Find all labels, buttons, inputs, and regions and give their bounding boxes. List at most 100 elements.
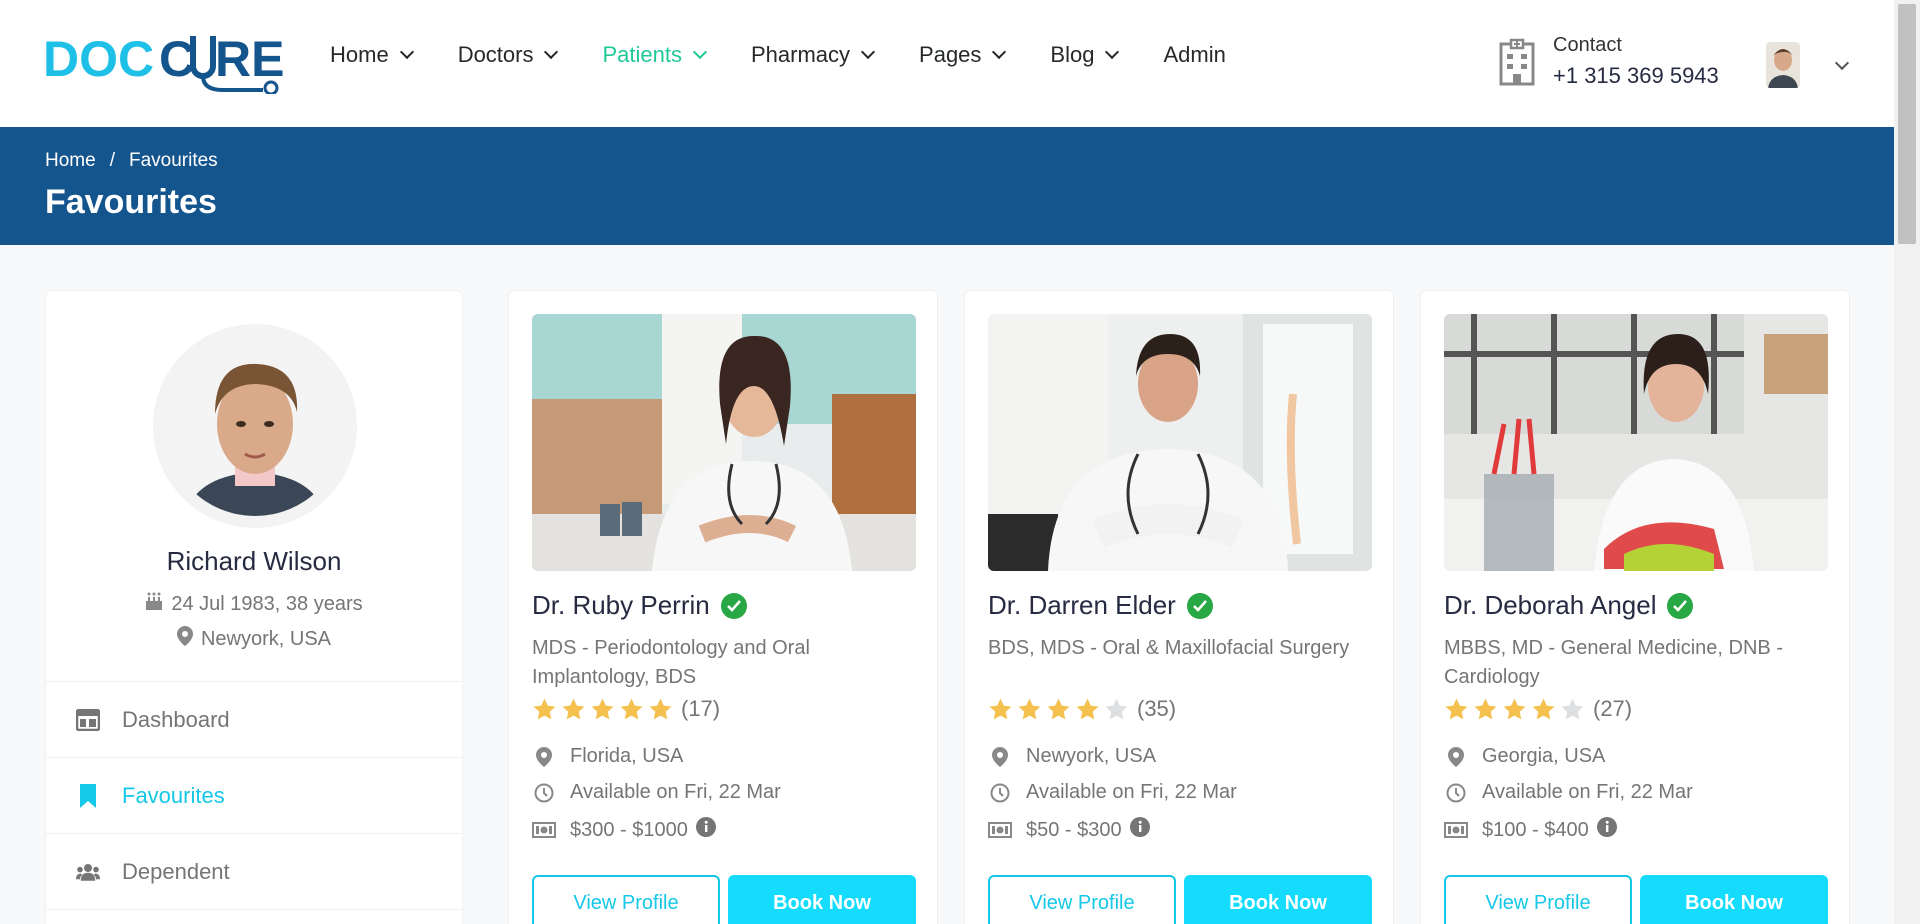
site-header: DOC C RE Home Doctors Patients Pharmacy … <box>0 0 1894 127</box>
doctor-speciality: BDS, MDS - Oral & Maxillofacial Surgery <box>988 637 1350 659</box>
contact-phone[interactable]: +1 315 369 5943 <box>1553 63 1719 89</box>
rating-stars <box>988 697 1133 722</box>
svg-text:C: C <box>159 31 195 87</box>
map-marker-icon <box>532 746 556 767</box>
book-now-button[interactable]: Book Now <box>728 875 916 924</box>
nav-pages[interactable]: Pages <box>919 42 1007 68</box>
doctor-price: $300 - $1000 <box>532 817 716 843</box>
breadcrumb-home[interactable]: Home <box>45 150 96 172</box>
doctor-name[interactable]: Dr. Deborah Angel <box>1444 590 1694 621</box>
book-now-button[interactable]: Book Now <box>1184 875 1372 924</box>
star-filled-icon <box>1047 698 1070 719</box>
money-bill-icon <box>532 822 556 838</box>
doctor-card: Dr. Darren Elder BDS, MDS - Oral & Maxil… <box>964 290 1394 924</box>
star-filled-icon <box>1532 698 1555 719</box>
view-profile-button[interactable]: View Profile <box>1444 875 1632 924</box>
doctor-photo[interactable] <box>1444 314 1828 571</box>
doctor-rating: (35) <box>988 696 1176 722</box>
star-filled-icon <box>1018 698 1041 719</box>
chevron-down-icon <box>544 44 559 59</box>
verified-check-icon <box>720 592 747 619</box>
star-filled-icon <box>989 698 1012 719</box>
info-circle-icon[interactable] <box>695 817 716 843</box>
star-filled-icon <box>1445 698 1468 719</box>
birthday-cake-icon <box>145 591 163 617</box>
page-title: Favourites <box>45 183 217 221</box>
review-count: (27) <box>1593 696 1633 721</box>
sidebar-item-dashboard[interactable]: Dashboard <box>46 681 462 757</box>
user-avatar[interactable] <box>1766 42 1800 88</box>
location-text: Newyork, USA <box>1026 745 1157 767</box>
breadcrumb-bar: Home / Favourites Favourites <box>0 127 1894 245</box>
doctor-rating: (17) <box>532 696 720 722</box>
patient-location-text: Newyork, USA <box>200 627 332 650</box>
sidebar-item-partial <box>46 909 462 924</box>
sidebar-item-label: Dependent <box>122 858 230 884</box>
doccure-logo[interactable]: DOC C RE <box>43 28 289 94</box>
doctor-card: Dr. Deborah Angel MBBS, MD - General Med… <box>1420 290 1850 924</box>
hospital-icon <box>1497 38 1537 86</box>
scrollbar-thumb[interactable] <box>1898 4 1916 244</box>
doctor-name[interactable]: Dr. Ruby Perrin <box>532 590 747 621</box>
nav-patients[interactable]: Patients <box>602 42 708 68</box>
view-profile-button[interactable]: View Profile <box>988 875 1176 924</box>
price-text: $50 - $300 <box>1026 818 1122 841</box>
sidebar-item-favourites[interactable]: Favourites <box>46 757 462 833</box>
verified-check-icon <box>1186 592 1213 619</box>
svg-text:DOC: DOC <box>43 31 154 87</box>
doctor-name[interactable]: Dr. Darren Elder <box>988 590 1213 621</box>
patient-dob-text: 24 Jul 1983, 38 years <box>171 592 363 615</box>
star-filled-icon <box>1503 698 1526 719</box>
doctor-photo[interactable] <box>988 314 1372 571</box>
patient-dob: 24 Jul 1983, 38 years <box>46 591 462 617</box>
header-contact: Contact +1 315 369 5943 <box>1497 34 1719 89</box>
patient-name: Richard Wilson <box>166 546 342 576</box>
nav-admin[interactable]: Admin <box>1163 42 1225 68</box>
doctor-location: Florida, USA <box>532 745 683 768</box>
doctor-availability: Available on Fri, 22 Mar <box>988 781 1237 804</box>
info-circle-icon[interactable] <box>1129 817 1150 843</box>
view-profile-button[interactable]: View Profile <box>532 875 720 924</box>
doctor-photo[interactable] <box>532 314 916 571</box>
doctor-rating: (27) <box>1444 696 1632 722</box>
chevron-down-icon <box>992 44 1007 59</box>
nav-pages-label: Pages <box>919 42 982 67</box>
nav-doctors[interactable]: Doctors <box>458 42 559 68</box>
price-text: $100 - $400 <box>1482 818 1589 841</box>
rating-stars <box>532 697 677 722</box>
svg-text:RE: RE <box>215 31 284 87</box>
patient-location: Newyork, USA <box>46 626 462 652</box>
money-bill-icon <box>1444 822 1468 838</box>
nav-patients-label: Patients <box>602 42 682 67</box>
clock-icon <box>532 783 556 803</box>
doctor-speciality: MBBS, MD - General Medicine, DNB - Cardi… <box>1444 637 1783 688</box>
dashboard-icon <box>76 708 100 732</box>
sidebar-item-dependent[interactable]: Dependent <box>46 833 462 909</box>
map-marker-icon <box>988 746 1012 767</box>
bookmark-icon <box>76 783 100 808</box>
nav-pharmacy[interactable]: Pharmacy <box>750 42 876 68</box>
book-now-button[interactable]: Book Now <box>1640 875 1828 924</box>
nav-pharmacy-label: Pharmacy <box>750 42 851 67</box>
info-circle-icon[interactable] <box>1596 817 1617 843</box>
doctor-card: Dr. Ruby Perrin MDS - Periodontology and… <box>508 290 938 924</box>
map-marker-icon <box>176 626 193 652</box>
chevron-down-icon <box>860 44 876 59</box>
breadcrumb: Home / Favourites <box>45 150 218 172</box>
doctor-location: Georgia, USA <box>1444 745 1605 768</box>
star-filled-icon <box>1474 698 1497 719</box>
logo-icon: DOC C RE <box>43 31 284 94</box>
nav-blog[interactable]: Blog <box>1050 42 1120 68</box>
money-bill-icon <box>988 822 1012 838</box>
star-empty-icon <box>1561 698 1584 719</box>
sidebar-item-label: Favourites <box>122 782 225 808</box>
clock-icon <box>988 783 1012 803</box>
doctor-name-text: Dr. Darren Elder <box>988 590 1176 620</box>
nav-home[interactable]: Home <box>330 42 414 68</box>
users-icon <box>76 860 100 884</box>
star-filled-icon <box>562 698 585 719</box>
page-scrollbar[interactable] <box>1894 0 1920 924</box>
doctor-availability: Available on Fri, 22 Mar <box>1444 781 1693 804</box>
user-menu-chevron[interactable] <box>1824 55 1850 73</box>
doctor-availability: Available on Fri, 22 Mar <box>532 781 781 804</box>
